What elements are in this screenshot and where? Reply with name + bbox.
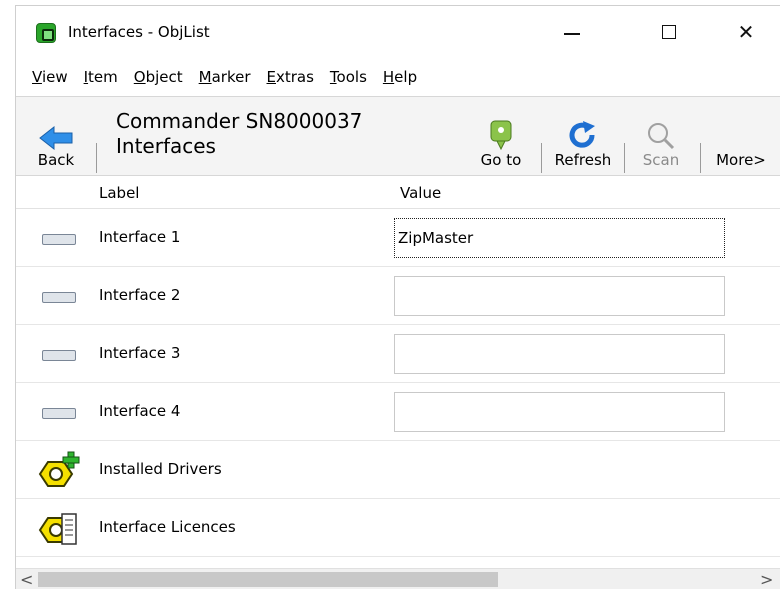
interface-port-icon	[42, 408, 76, 419]
close-icon: ✕	[737, 20, 755, 44]
toolbar-separator	[96, 143, 97, 173]
menu-view-rest: iew	[41, 68, 68, 86]
nut-licence-icon	[38, 513, 77, 545]
row-label: Interface 3	[99, 344, 181, 362]
path-section: Interfaces	[116, 134, 216, 158]
menu-item[interactable]: Item	[84, 68, 118, 86]
menu-view[interactable]: View	[32, 68, 68, 86]
scroll-right-arrow-icon[interactable]: >	[760, 570, 773, 589]
menu-bar: View Item Object Marker Extras Tools Hel…	[16, 61, 780, 93]
row-label: Interface 1	[99, 228, 181, 246]
row-label: Installed Drivers	[99, 460, 222, 478]
horizontal-scrollbar[interactable]: < >	[16, 568, 780, 589]
interface-2-value-field[interactable]	[394, 276, 725, 316]
list-item-interface-1[interactable]: Interface 1 ZipMaster	[16, 209, 780, 267]
row-label: Interface 2	[99, 286, 181, 304]
close-button[interactable]: ✕	[722, 14, 770, 50]
column-value-header[interactable]: Value	[400, 184, 441, 202]
minimize-icon	[564, 33, 580, 35]
menu-tools[interactable]: Tools	[330, 68, 367, 86]
back-button[interactable]: Back	[16, 97, 96, 175]
menu-extras[interactable]: Extras	[267, 68, 314, 86]
more-label: More>	[716, 151, 766, 169]
refresh-label: Refresh	[554, 151, 612, 169]
menu-object[interactable]: Object	[134, 68, 183, 86]
magnifier-icon	[648, 123, 675, 150]
list-item-interface-licences[interactable]: Interface Licences	[16, 499, 780, 557]
interface-3-value-field[interactable]	[394, 334, 725, 374]
toolbar: Back Commander SN8000037 Interfaces Go t…	[16, 96, 780, 176]
objlist-window: Interfaces - ObjList ✕ View Item Object …	[15, 5, 780, 589]
interface-port-icon	[42, 350, 76, 361]
row-label: Interface Licences	[99, 518, 236, 536]
menu-help[interactable]: Help	[383, 68, 417, 86]
map-pin-icon	[490, 120, 512, 151]
app-icon	[36, 23, 56, 43]
interface-port-icon	[42, 234, 76, 245]
scan-label: Scan	[642, 151, 680, 169]
back-label: Back	[37, 151, 75, 169]
title-bar: Interfaces - ObjList ✕	[16, 6, 780, 60]
menu-marker[interactable]: Marker	[199, 68, 251, 86]
back-arrow-icon	[39, 125, 73, 151]
goto-button[interactable]: Go to	[462, 97, 540, 175]
column-label-header[interactable]: Label	[99, 184, 139, 202]
column-header: Label Value	[16, 178, 780, 209]
list-item-interface-3[interactable]: Interface 3	[16, 325, 780, 383]
scroll-left-arrow-icon[interactable]: <	[20, 570, 33, 589]
maximize-button[interactable]	[645, 14, 693, 50]
interface-port-icon	[42, 292, 76, 303]
list-item-installed-drivers[interactable]: Installed Drivers	[16, 441, 780, 499]
goto-label: Go to	[480, 151, 522, 169]
list-item-interface-4[interactable]: Interface 4	[16, 383, 780, 441]
scan-button[interactable]: Scan	[625, 97, 697, 175]
list-item-interface-2[interactable]: Interface 2	[16, 267, 780, 325]
nut-plus-icon	[38, 451, 80, 487]
object-list: Interface 1 ZipMaster Interface 2 Interf…	[16, 209, 780, 557]
refresh-button[interactable]: Refresh	[542, 97, 624, 175]
interface-1-value-field[interactable]: ZipMaster	[394, 218, 725, 258]
row-label: Interface 4	[99, 402, 181, 420]
minimize-button[interactable]	[548, 14, 596, 50]
more-button[interactable]: More>	[701, 97, 780, 175]
maximize-icon	[662, 25, 676, 39]
path-device: Commander SN8000037	[116, 109, 363, 133]
scrollbar-thumb[interactable]	[38, 572, 498, 587]
location-path: Commander SN8000037 Interfaces	[116, 109, 362, 159]
refresh-icon	[569, 121, 595, 148]
window-title: Interfaces - ObjList	[68, 23, 210, 41]
interface-4-value-field[interactable]	[394, 392, 725, 432]
